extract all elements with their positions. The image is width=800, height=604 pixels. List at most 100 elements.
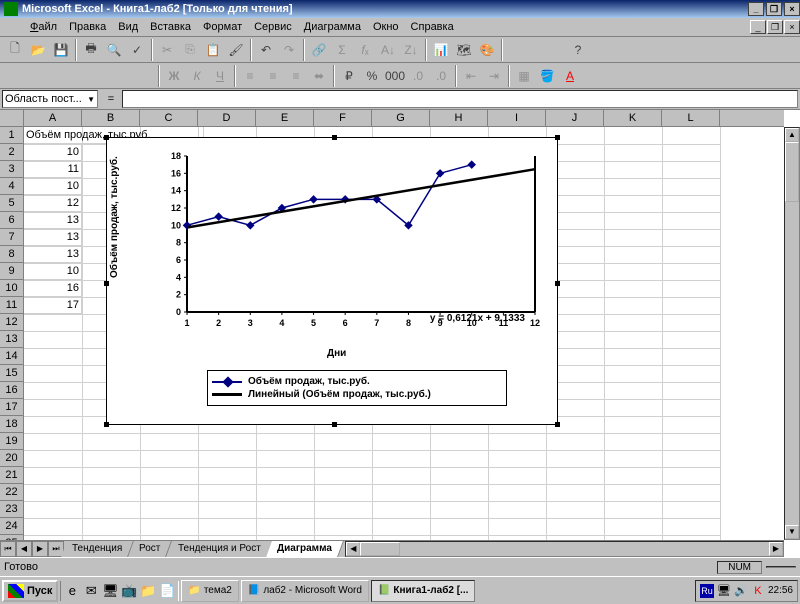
scroll-thumb[interactable]: [785, 142, 799, 202]
font-color-button[interactable]: A: [559, 65, 581, 87]
mail-icon[interactable]: ✉: [82, 581, 100, 601]
align-left-button[interactable]: ≡: [239, 65, 261, 87]
cell[interactable]: 13: [24, 212, 82, 229]
print-button[interactable]: 🖶: [80, 39, 102, 61]
cell[interactable]: 10: [24, 144, 82, 161]
cut-button[interactable]: ✂: [156, 39, 178, 61]
function-button[interactable]: fₓ: [354, 39, 376, 61]
cell[interactable]: 13: [24, 229, 82, 246]
row-header[interactable]: 10: [0, 280, 24, 297]
hyperlink-button[interactable]: 🔗: [308, 39, 330, 61]
preview-button[interactable]: 🔍: [103, 39, 125, 61]
row-header[interactable]: 16: [0, 382, 24, 399]
scroll-right-button[interactable]: ▶: [769, 542, 783, 556]
menu-edit[interactable]: Правка: [63, 21, 112, 33]
minimize-button[interactable]: _: [748, 2, 764, 16]
row-header[interactable]: 3: [0, 161, 24, 178]
doc-maximize-button[interactable]: ❐: [767, 20, 783, 34]
row-header[interactable]: 4: [0, 178, 24, 195]
row-header[interactable]: 22: [0, 484, 24, 501]
embedded-chart[interactable]: Объём продаж, тыс.руб. Дни 0246810121416…: [106, 137, 558, 425]
equals-button[interactable]: =: [102, 90, 120, 108]
row-header[interactable]: 14: [0, 348, 24, 365]
sheet-tab-active[interactable]: Диаграмма: [267, 541, 345, 557]
row-header[interactable]: 21: [0, 467, 24, 484]
column-header[interactable]: H: [430, 110, 488, 126]
row-header[interactable]: 23: [0, 501, 24, 518]
row-header[interactable]: 17: [0, 399, 24, 416]
merge-button[interactable]: ⬌: [308, 65, 330, 87]
menu-insert[interactable]: Вставка: [144, 21, 197, 33]
menu-window[interactable]: Окно: [367, 21, 405, 33]
spell-button[interactable]: ✓: [126, 39, 148, 61]
chart-wizard-button[interactable]: 📊: [430, 39, 452, 61]
cell[interactable]: 10: [24, 178, 82, 195]
row-header[interactable]: 9: [0, 263, 24, 280]
font-dropdown[interactable]: [4, 65, 114, 87]
help-button[interactable]: ?: [567, 39, 589, 61]
maximize-button[interactable]: ❐: [766, 2, 782, 16]
cell[interactable]: 12: [24, 195, 82, 212]
sheet-tab[interactable]: Тенденция: [61, 541, 134, 557]
autosum-button[interactable]: Σ: [331, 39, 353, 61]
ql-icon[interactable]: 📁: [139, 581, 157, 601]
fill-color-button[interactable]: 🪣: [536, 65, 558, 87]
row-header[interactable]: 2: [0, 144, 24, 161]
copy-button[interactable]: ⎘: [179, 39, 201, 61]
resize-handle[interactable]: [104, 422, 109, 427]
desktop-icon[interactable]: 🖥: [101, 581, 119, 601]
lang-indicator[interactable]: Ru: [700, 584, 714, 598]
comma-button[interactable]: 000: [384, 65, 406, 87]
ql-icon[interactable]: 📄: [158, 581, 176, 601]
column-header[interactable]: F: [314, 110, 372, 126]
inc-indent-button[interactable]: ⇥: [483, 65, 505, 87]
column-header[interactable]: E: [256, 110, 314, 126]
resize-handle[interactable]: [555, 422, 560, 427]
clock[interactable]: 22:56: [768, 585, 793, 596]
menu-chart[interactable]: Диаграмма: [298, 21, 367, 33]
size-dropdown[interactable]: [115, 65, 155, 87]
resize-handle[interactable]: [555, 135, 560, 140]
row-header[interactable]: 24: [0, 518, 24, 535]
column-header[interactable]: L: [662, 110, 720, 126]
format-painter-button[interactable]: 🖌: [225, 39, 247, 61]
sort-asc-button[interactable]: A↓: [377, 39, 399, 61]
taskbar-button[interactable]: 📁тема2: [181, 580, 238, 602]
row-header[interactable]: 19: [0, 433, 24, 450]
cell[interactable]: 11: [24, 161, 82, 178]
row-header[interactable]: 5: [0, 195, 24, 212]
menu-help[interactable]: Справка: [405, 21, 460, 33]
redo-button[interactable]: ↷: [278, 39, 300, 61]
close-button[interactable]: ×: [784, 2, 800, 16]
tray-icon[interactable]: K: [751, 584, 765, 598]
row-header[interactable]: 1: [0, 127, 24, 144]
drawing-button[interactable]: 🎨: [476, 39, 498, 61]
chart-legend[interactable]: Объём продаж, тыс.руб. Линейный (Объём п…: [207, 370, 507, 406]
column-header[interactable]: D: [198, 110, 256, 126]
row-header[interactable]: 7: [0, 229, 24, 246]
dec-decimal-button[interactable]: .0: [430, 65, 452, 87]
bold-button[interactable]: Ж: [163, 65, 185, 87]
doc-minimize-button[interactable]: _: [750, 20, 766, 34]
tray-icon[interactable]: 🔊: [734, 584, 748, 598]
dec-indent-button[interactable]: ⇤: [460, 65, 482, 87]
sort-desc-button[interactable]: Z↓: [400, 39, 422, 61]
column-header[interactable]: J: [546, 110, 604, 126]
formula-input[interactable]: [122, 90, 798, 108]
map-button[interactable]: 🗺: [453, 39, 475, 61]
column-header[interactable]: A: [24, 110, 82, 126]
chevron-down-icon[interactable]: ▼: [87, 95, 95, 104]
start-button[interactable]: Пуск: [2, 580, 58, 602]
save-button[interactable]: 💾: [50, 39, 72, 61]
row-header[interactable]: 13: [0, 331, 24, 348]
italic-button[interactable]: К: [186, 65, 208, 87]
column-header[interactable]: C: [140, 110, 198, 126]
cell[interactable]: 10: [24, 263, 82, 280]
resize-handle[interactable]: [332, 135, 337, 140]
row-header[interactable]: 8: [0, 246, 24, 263]
taskbar-button-active[interactable]: 📗Книга1-лаб2 [...: [371, 580, 475, 602]
align-center-button[interactable]: ≡: [262, 65, 284, 87]
plot-area[interactable]: 024681012141618123456789101112 y = 0,612…: [157, 150, 545, 330]
ie-icon[interactable]: e: [63, 581, 81, 601]
name-box[interactable]: Область пост... ▼: [2, 90, 98, 108]
